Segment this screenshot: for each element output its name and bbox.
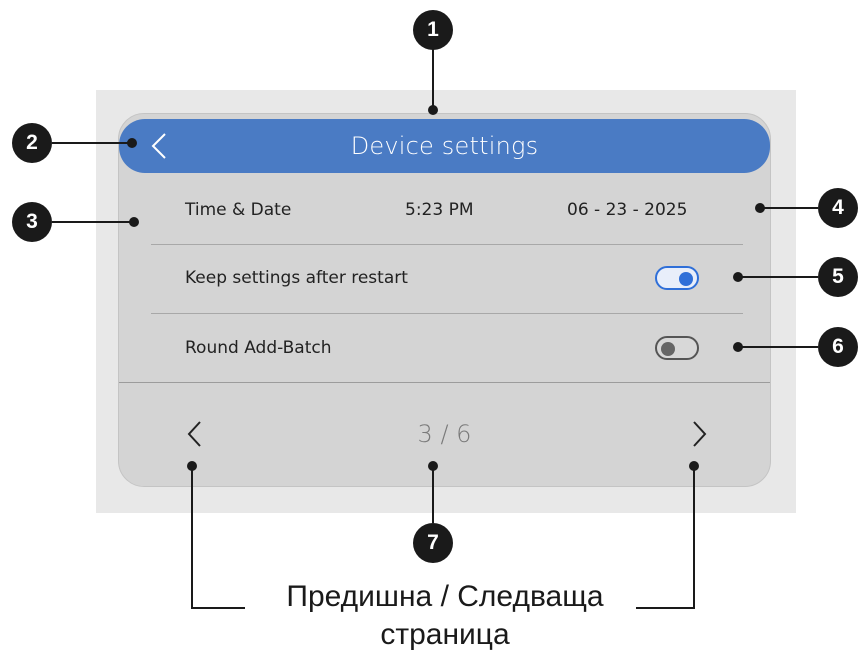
page-indicator: 3 / 6 bbox=[417, 420, 472, 448]
page-title: Device settings bbox=[350, 132, 539, 160]
round-add-batch-toggle[interactable] bbox=[655, 336, 699, 360]
callout-1: 1 bbox=[413, 10, 453, 50]
caption-line-2: страница bbox=[380, 618, 510, 651]
date-value[interactable]: 06 - 23 - 2025 bbox=[567, 200, 687, 220]
callout-2: 2 bbox=[12, 123, 52, 163]
header-bar: Device settings bbox=[119, 119, 770, 173]
time-value[interactable]: 5:23 PM bbox=[405, 200, 474, 220]
time-date-label: Time & Date bbox=[185, 200, 292, 220]
divider bbox=[151, 313, 743, 314]
time-date-row[interactable]: Time & Date 5:23 PM 06 - 23 - 2025 bbox=[119, 180, 770, 240]
round-add-batch-label: Round Add-Batch bbox=[185, 338, 332, 358]
device-screen: Device settings Time & Date 5:23 PM 06 -… bbox=[118, 113, 771, 487]
callout-7: 7 bbox=[413, 523, 453, 563]
callout-4: 4 bbox=[818, 188, 858, 228]
callout-6: 6 bbox=[818, 327, 858, 367]
caption-line-1: Предишна / Следваща bbox=[286, 580, 604, 613]
keep-settings-label: Keep settings after restart bbox=[185, 268, 408, 288]
divider bbox=[151, 244, 743, 245]
toggle-knob bbox=[661, 342, 675, 356]
chevron-right-icon bbox=[693, 421, 707, 447]
callout-3: 3 bbox=[12, 202, 52, 242]
keep-settings-toggle[interactable] bbox=[655, 266, 699, 290]
next-page-button[interactable] bbox=[679, 414, 719, 454]
callout-5: 5 bbox=[818, 257, 858, 297]
footer-divider bbox=[119, 382, 770, 383]
toggle-knob bbox=[679, 272, 693, 286]
caption: Предишна / Следваща страница bbox=[180, 578, 710, 654]
